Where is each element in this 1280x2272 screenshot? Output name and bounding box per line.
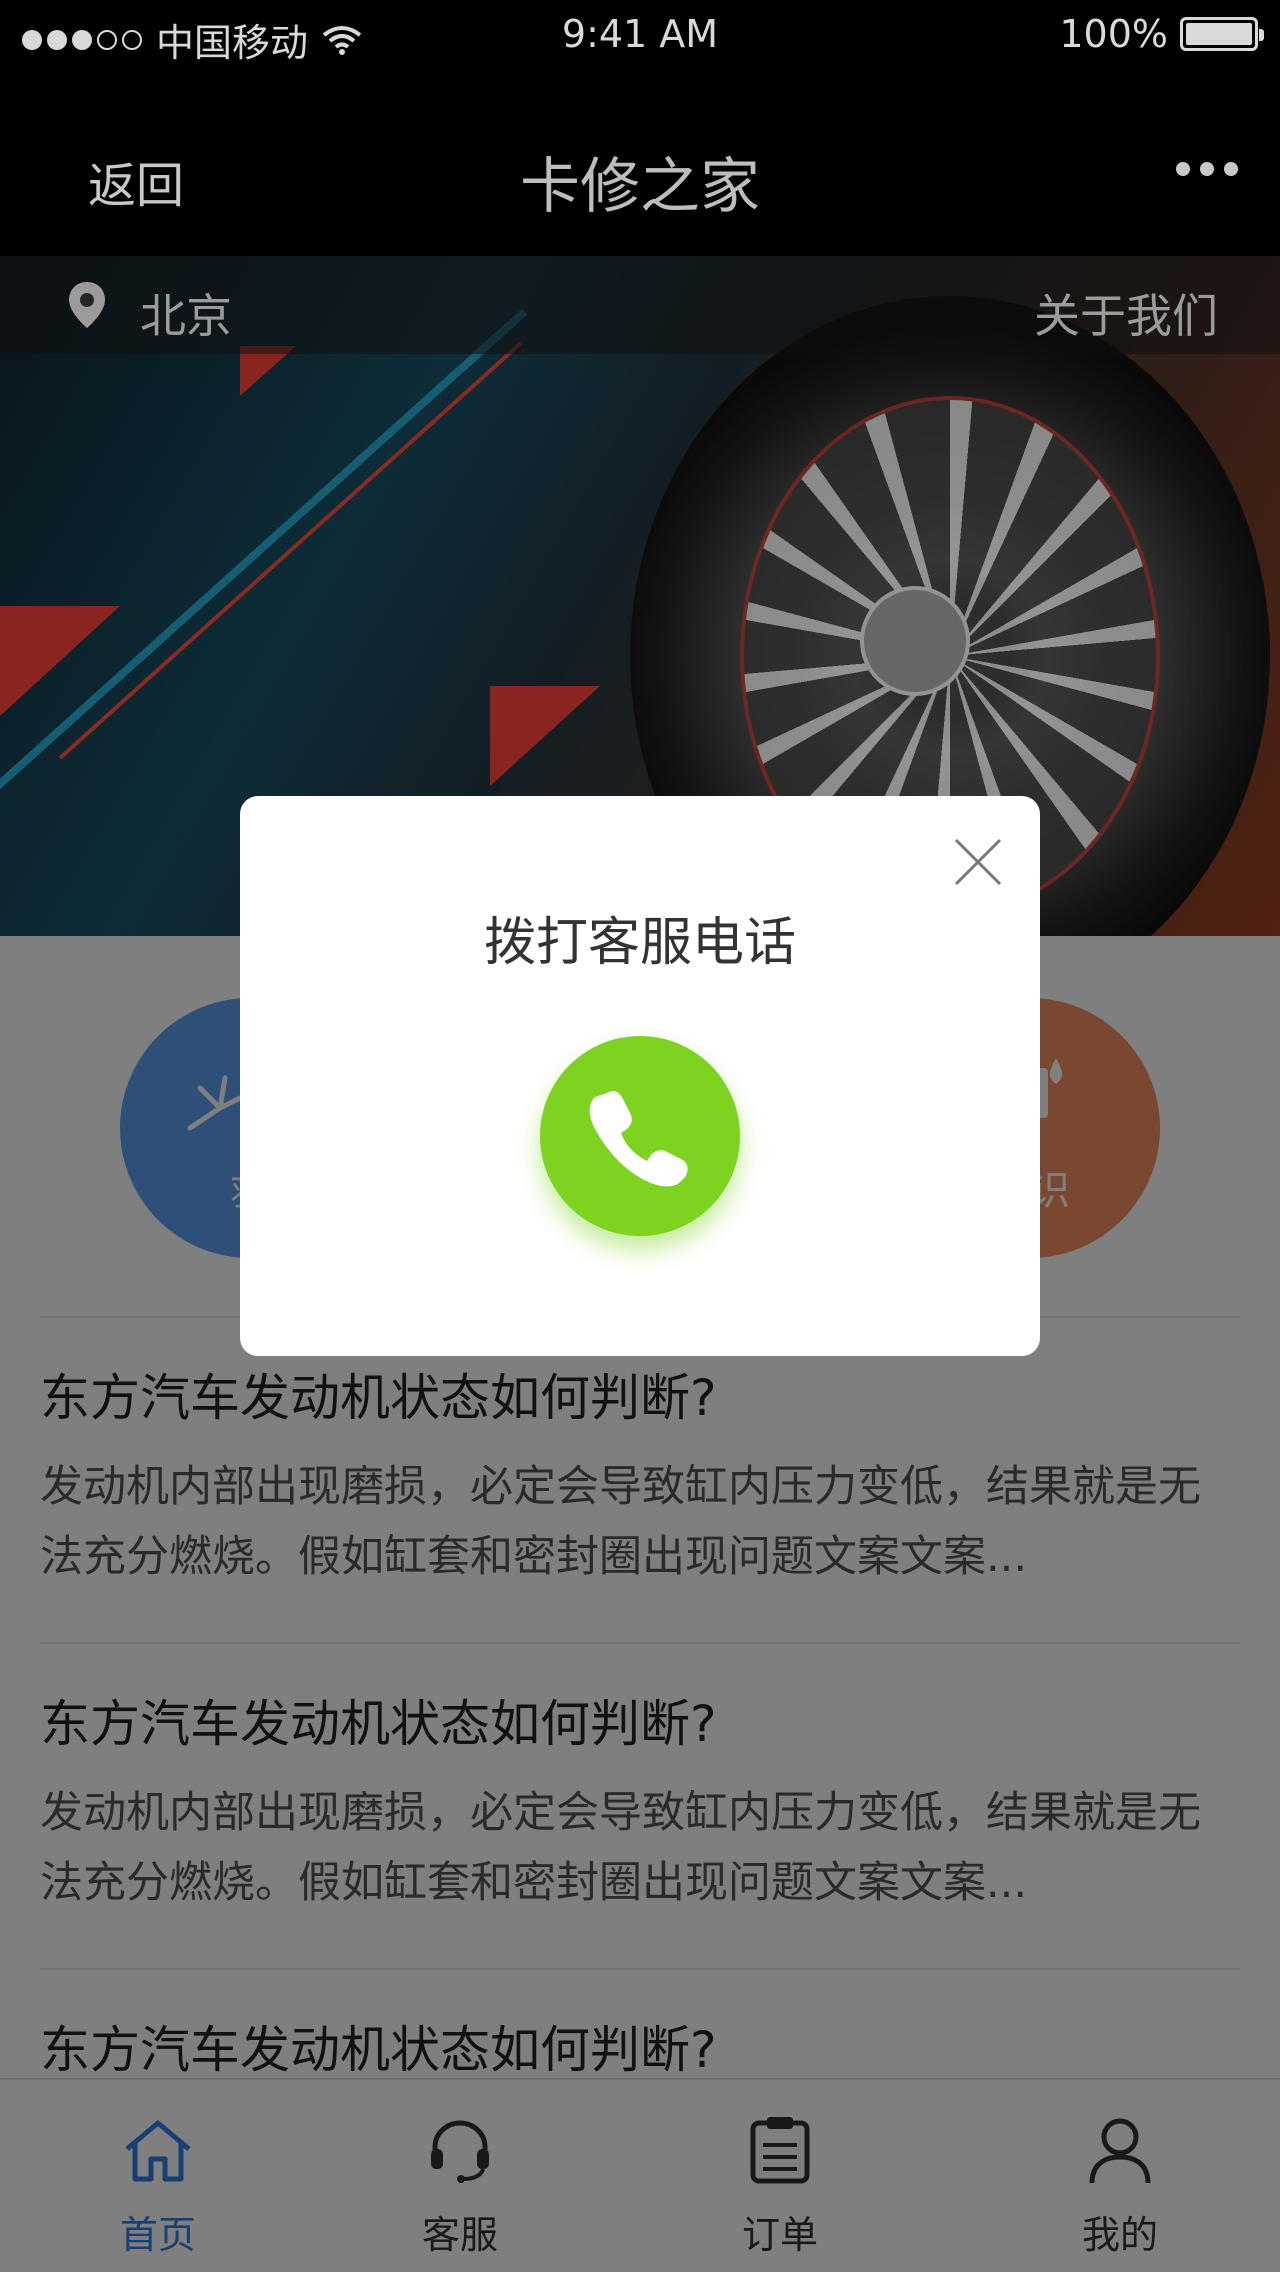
battery-status: 100% [1059, 12, 1264, 56]
nav-bar: 返回 卡修之家 [0, 70, 1280, 256]
dialog-title: 拨打客服电话 [483, 913, 796, 973]
phone-icon [589, 1091, 688, 1187]
call-service-dialog: 拨打客服电话 [240, 796, 1040, 1356]
battery-icon [1180, 17, 1264, 51]
battery-percent: 100% [1059, 12, 1168, 56]
page-title: 卡修之家 [520, 152, 760, 222]
more-icon[interactable] [1176, 162, 1238, 176]
call-button[interactable] [540, 1036, 740, 1236]
close-icon[interactable] [952, 836, 1004, 888]
status-bar: 中国移动 9:41 AM 100% [0, 0, 1280, 70]
